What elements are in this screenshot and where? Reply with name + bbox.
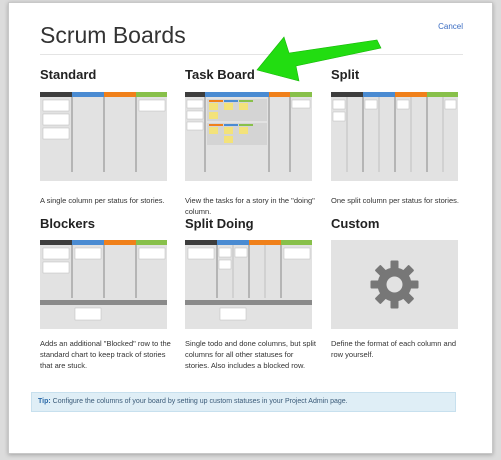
title-divider	[40, 54, 463, 55]
split-doing-preview	[185, 240, 312, 321]
option-split-title: Split	[331, 67, 360, 82]
split-preview	[331, 92, 458, 172]
option-split[interactable]: Split	[331, 67, 461, 83]
gear-icon	[370, 260, 419, 309]
option-split-doing-title: Split Doing	[185, 216, 254, 231]
split-thumbnail[interactable]	[331, 92, 458, 181]
tip-banner: Tip: Configure the columns of your board…	[31, 392, 456, 412]
option-standard[interactable]: Standard	[40, 67, 170, 83]
option-blockers[interactable]: Blockers	[40, 216, 170, 232]
option-blockers-title: Blockers	[40, 216, 95, 231]
option-blockers-description: Adds an additional "Blocked" row to the …	[40, 339, 171, 370]
option-task-board-title: Task Board	[185, 67, 255, 82]
option-custom-description: Define the format of each column and row…	[331, 339, 457, 359]
standard-preview	[40, 92, 167, 172]
blockers-thumbnail[interactable]	[40, 240, 167, 329]
option-custom-title: Custom	[331, 216, 380, 231]
dialog-title: Scrum Boards	[40, 22, 186, 48]
option-standard-title: Standard	[40, 67, 97, 82]
standard-thumbnail[interactable]	[40, 92, 167, 181]
option-standard-description: A single column per status for stories.	[40, 196, 165, 205]
task-board-thumbnail[interactable]	[185, 92, 312, 181]
blockers-preview	[40, 240, 167, 321]
tip-label: Tip:	[38, 398, 51, 405]
task-board-preview	[185, 92, 312, 172]
option-task-board-description: View the tasks for a story in the "doing…	[185, 196, 315, 216]
custom-thumbnail[interactable]	[331, 240, 458, 329]
option-task-board[interactable]: Task Board	[185, 67, 315, 83]
option-split-doing[interactable]: Split Doing	[185, 216, 315, 232]
cancel-link[interactable]: Cancel	[438, 22, 463, 31]
tip-text: Configure the columns of your board by s…	[52, 398, 348, 405]
option-custom[interactable]: Custom	[331, 216, 461, 232]
option-split-doing-description: Single todo and done columns, but split …	[185, 339, 316, 370]
split-doing-thumbnail[interactable]	[185, 240, 312, 329]
option-split-description: One split column per status for stories.	[331, 196, 459, 205]
